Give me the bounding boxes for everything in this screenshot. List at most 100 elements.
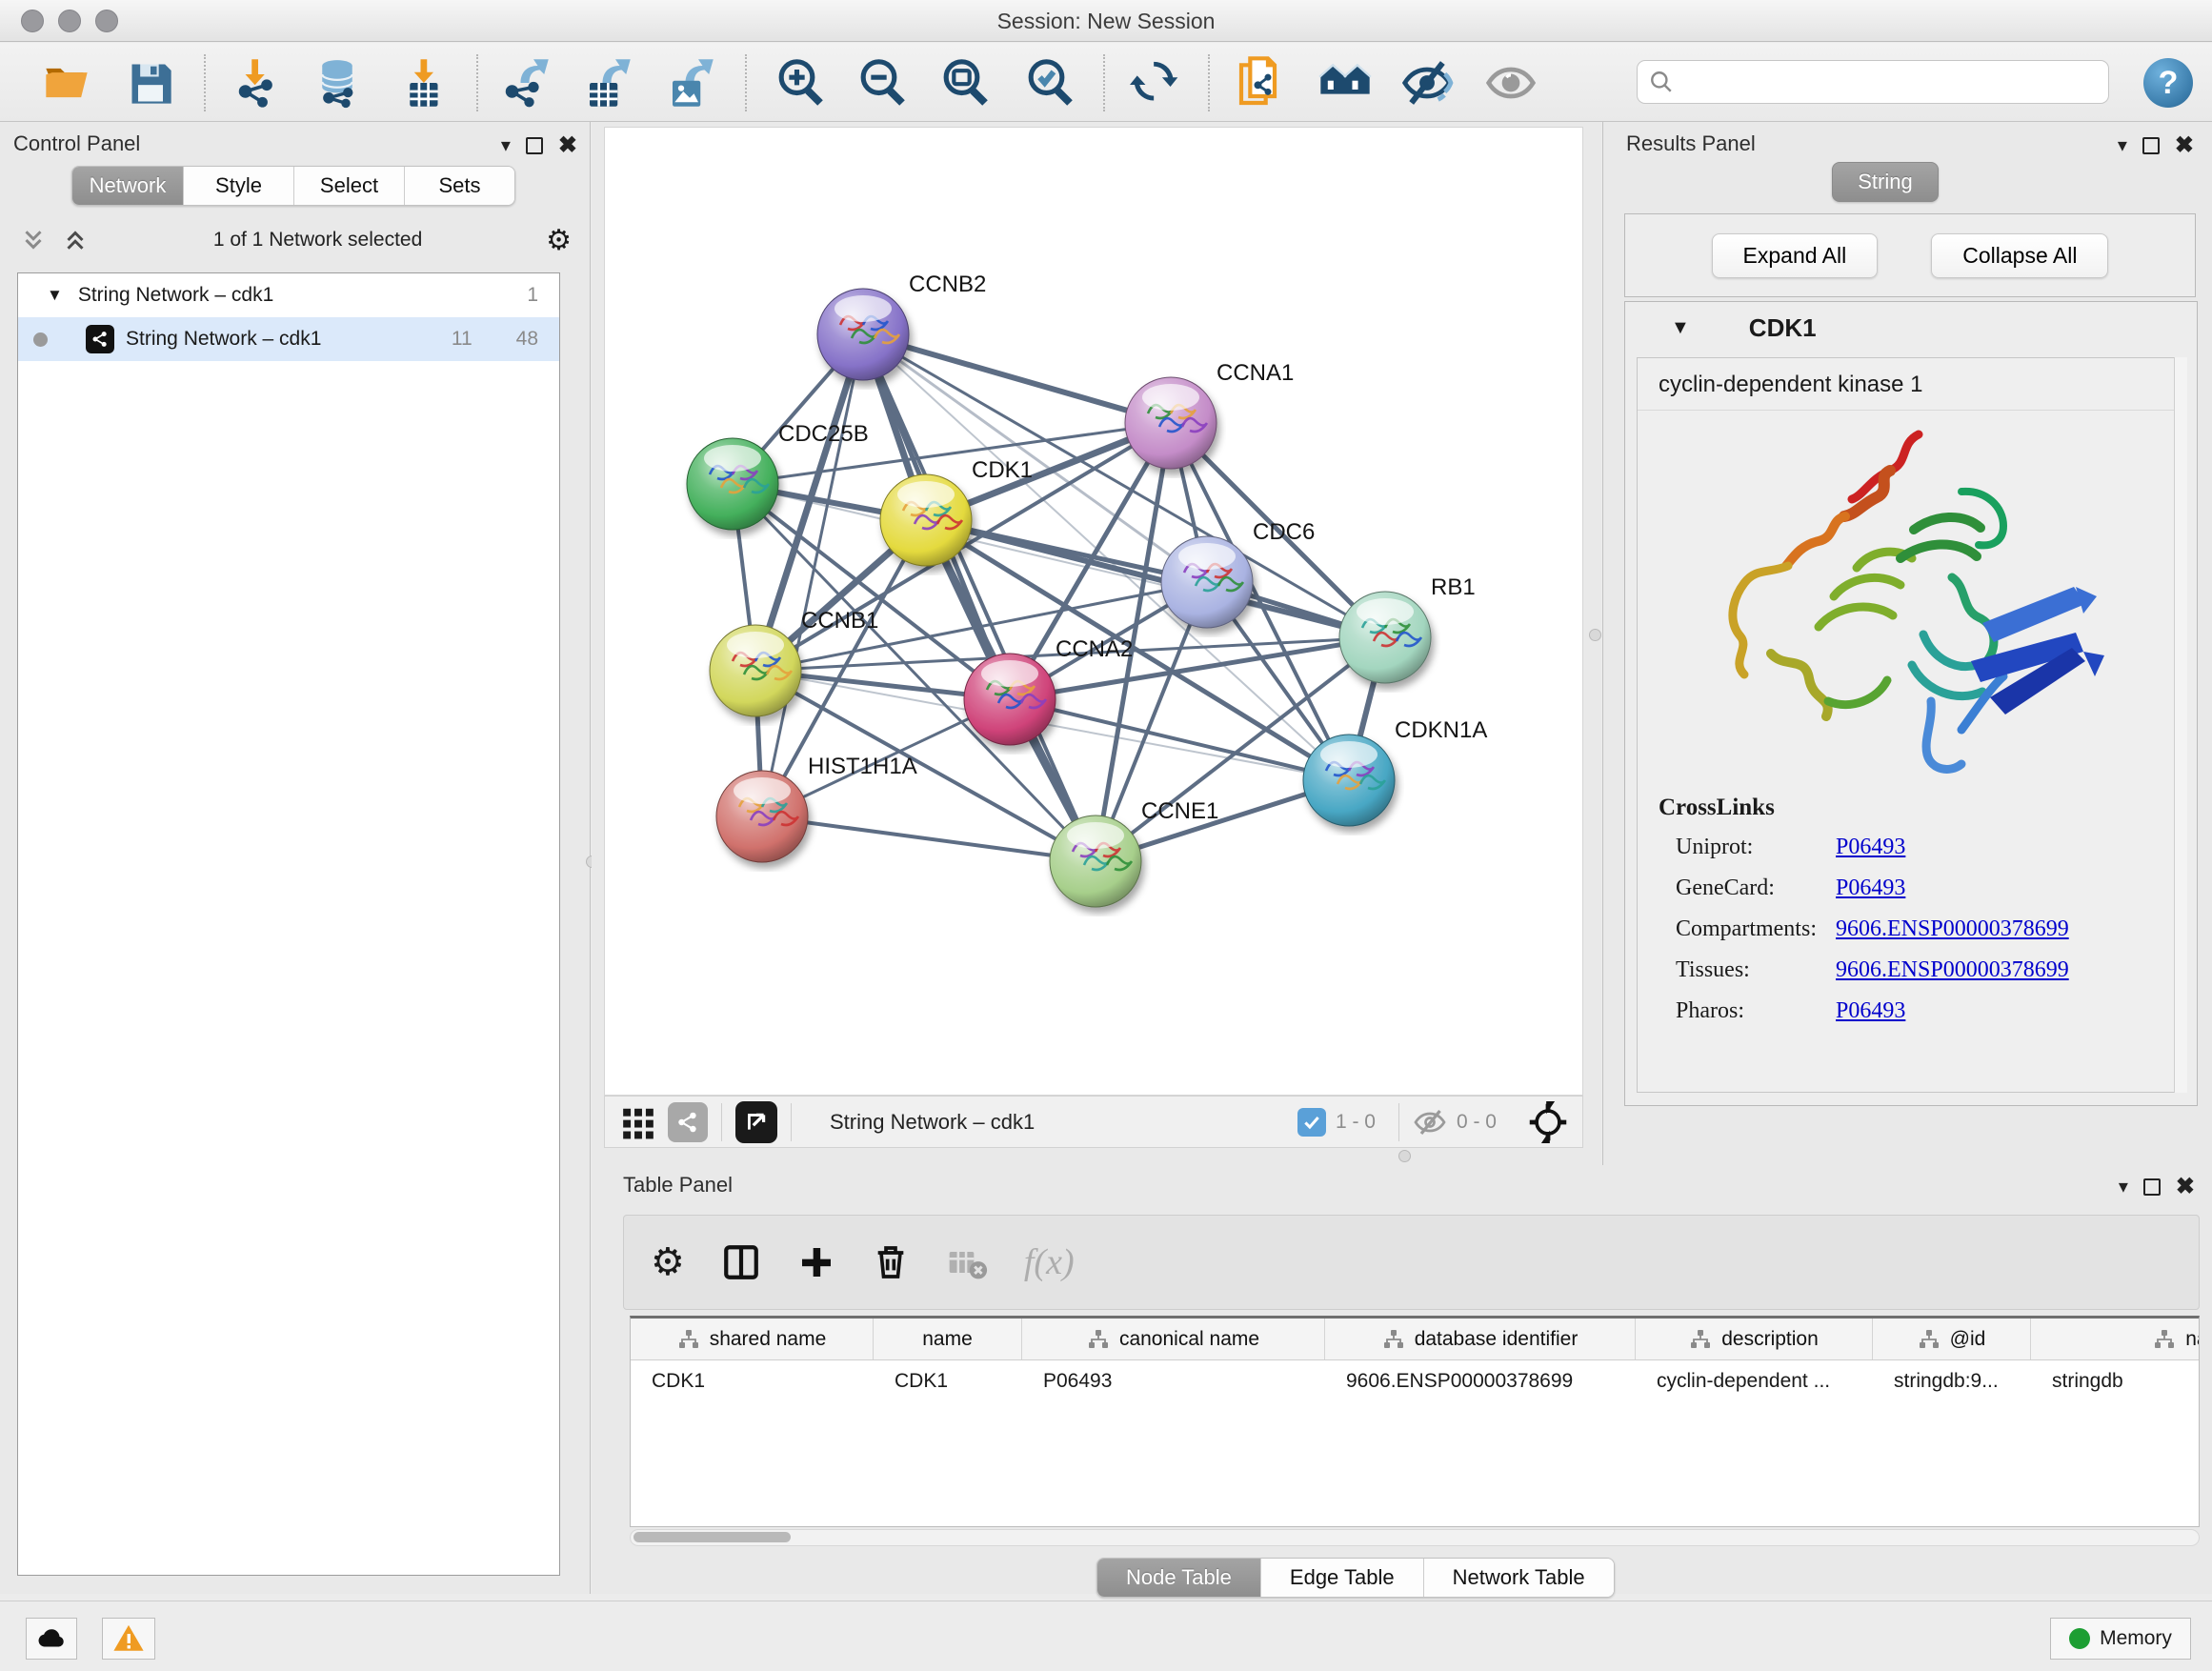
crosslink-link[interactable]: 9606.ENSP00000378699: [1836, 957, 2069, 983]
network-edge[interactable]: [863, 334, 1171, 423]
selected-checkbox-icon[interactable]: [1297, 1108, 1326, 1137]
control-panel-float-icon[interactable]: [526, 137, 543, 154]
network-node-CDKN1A[interactable]: CDKN1A: [1303, 717, 1487, 826]
network-collection-row[interactable]: ▼ String Network – cdk1 1: [18, 273, 559, 317]
zoom-selected-icon[interactable]: [1023, 56, 1076, 110]
hide-eye-slash-icon[interactable]: [1400, 56, 1454, 110]
help-button[interactable]: ?: [2143, 58, 2193, 108]
node-label-HIST1H1A: HIST1H1A: [808, 754, 917, 779]
column-header-database-identifier[interactable]: database identifier: [1325, 1319, 1636, 1359]
column-header-namespace[interactable]: namespace: [2031, 1319, 2200, 1359]
table-panel-minimize-icon[interactable]: ▾: [2119, 1175, 2128, 1198]
network-node-CDC25B[interactable]: CDC25B: [687, 421, 869, 530]
results-panel-minimize-icon[interactable]: ▾: [2118, 133, 2127, 157]
tab-network-table[interactable]: Network Table: [1423, 1559, 1614, 1597]
table-cell[interactable]: 9606.ENSP00000378699: [1325, 1360, 1636, 1402]
table-cell[interactable]: stringdb:9...: [1873, 1360, 2031, 1402]
export-image-icon[interactable]: [663, 56, 716, 110]
fit-selected-crosshair-icon[interactable]: [1527, 1101, 1569, 1143]
column-header-name[interactable]: name: [874, 1319, 1022, 1359]
app-store-houses-icon[interactable]: [1318, 56, 1372, 110]
detach-view-icon[interactable]: [735, 1101, 777, 1143]
control-panel-close-icon[interactable]: ✖: [558, 131, 577, 159]
network-edge[interactable]: [762, 816, 1096, 861]
import-network-icon[interactable]: [231, 56, 285, 110]
results-panel-float-icon[interactable]: [2142, 137, 2160, 154]
table-row[interactable]: CDK1CDK1P064939606.ENSP00000378699cyclin…: [631, 1360, 2199, 1402]
show-eye-icon[interactable]: [1484, 56, 1538, 110]
search-input[interactable]: [1681, 70, 2091, 93]
zoom-in-icon[interactable]: [774, 56, 827, 110]
node-label-CCNE1: CCNE1: [1141, 798, 1218, 824]
network-options-gear-icon[interactable]: ⚙: [546, 224, 572, 257]
delete-column-trash-icon[interactable]: [872, 1243, 910, 1281]
column-header-shared-name[interactable]: shared name: [631, 1319, 874, 1359]
refresh-icon[interactable]: [1129, 56, 1182, 110]
results-scrollbar[interactable]: [2174, 357, 2187, 1093]
crosslink-row: Compartments:9606.ENSP00000378699: [1659, 916, 2069, 942]
zoom-fit-icon[interactable]: [938, 56, 992, 110]
protein-expand-caret[interactable]: ▼: [1671, 317, 1690, 339]
column-header-description[interactable]: description: [1636, 1319, 1873, 1359]
memory-button[interactable]: Memory: [2050, 1618, 2191, 1660]
horizontal-splitter-handle[interactable]: [1398, 1150, 1411, 1162]
expand-all-chevrons-icon[interactable]: [61, 226, 90, 254]
network-edge[interactable]: [863, 334, 1096, 861]
table-options-gear-icon[interactable]: ⚙: [651, 1243, 685, 1281]
zoom-out-icon[interactable]: [855, 56, 909, 110]
grid-view-icon[interactable]: [620, 1104, 656, 1140]
column-header-@id[interactable]: @id: [1873, 1319, 2031, 1359]
scrollbar-thumb[interactable]: [633, 1532, 791, 1542]
table-cell[interactable]: cyclin-dependent ...: [1636, 1360, 1873, 1402]
network-node-CCNA1[interactable]: CCNA1: [1125, 360, 1294, 469]
cloud-status-button[interactable]: [26, 1618, 77, 1660]
network-row-selected[interactable]: String Network – cdk1 11 48: [18, 317, 559, 361]
add-column-icon[interactable]: [797, 1243, 835, 1281]
network-document-icon[interactable]: [1235, 56, 1288, 110]
open-session-icon[interactable]: [40, 56, 93, 110]
export-table-icon[interactable]: [580, 56, 633, 110]
crosslink-link[interactable]: P06493: [1836, 835, 1905, 860]
results-panel-close-icon[interactable]: ✖: [2175, 131, 2194, 159]
table-cell[interactable]: CDK1: [631, 1360, 874, 1402]
tab-sets[interactable]: Sets: [404, 167, 514, 205]
birdseye-share-icon[interactable]: [668, 1102, 708, 1142]
save-session-icon[interactable]: [124, 56, 177, 110]
network-node-HIST1H1A[interactable]: HIST1H1A: [716, 754, 917, 862]
table-panel-close-icon[interactable]: ✖: [2176, 1173, 2195, 1200]
crosslink-link[interactable]: 9606.ENSP00000378699: [1836, 916, 2069, 942]
import-database-icon[interactable]: [311, 56, 364, 110]
tab-edge-table[interactable]: Edge Table: [1260, 1559, 1423, 1597]
tab-select[interactable]: Select: [293, 167, 404, 205]
control-panel-minimize-icon[interactable]: ▾: [501, 133, 511, 157]
table-cell[interactable]: stringdb: [2031, 1360, 2200, 1402]
column-header-canonical-name[interactable]: canonical name: [1022, 1319, 1325, 1359]
show-columns-icon[interactable]: [721, 1242, 761, 1282]
column-label: name: [922, 1328, 973, 1351]
search-icon: [1649, 70, 1674, 94]
table-panel-float-icon[interactable]: [2143, 1178, 2161, 1196]
expand-all-button[interactable]: Expand All: [1712, 233, 1879, 278]
crosslink-link[interactable]: P06493: [1836, 876, 1905, 901]
network-edge[interactable]: [926, 520, 1385, 637]
collection-expand-caret[interactable]: ▼: [47, 286, 63, 305]
warnings-button[interactable]: [102, 1618, 155, 1660]
tab-network[interactable]: Network: [72, 167, 183, 205]
table-horizontal-scrollbar[interactable]: [630, 1529, 2200, 1546]
tab-style[interactable]: Style: [183, 167, 293, 205]
network-node-RB1[interactable]: RB1: [1339, 574, 1476, 683]
search-box[interactable]: [1637, 60, 2109, 104]
hidden-eye-slash-icon[interactable]: [1413, 1105, 1447, 1139]
crosslink-link[interactable]: P06493: [1836, 998, 1905, 1024]
table-cell[interactable]: P06493: [1022, 1360, 1325, 1402]
export-network-icon[interactable]: [498, 56, 552, 110]
collapse-all-button[interactable]: Collapse All: [1931, 233, 2108, 278]
table-cell[interactable]: CDK1: [874, 1360, 1022, 1402]
network-canvas[interactable]: CCNB2CCNA1CDC25BCDK1CDC6RB1CCNB1CCNA2CDK…: [604, 127, 1583, 1096]
network-node-CCNB1[interactable]: CCNB1: [710, 608, 878, 716]
tab-string[interactable]: String: [1832, 162, 1939, 202]
import-table-icon[interactable]: [398, 56, 452, 110]
right-splitter-handle[interactable]: [1589, 629, 1601, 641]
tab-node-table[interactable]: Node Table: [1097, 1559, 1260, 1597]
collapse-all-chevrons-icon[interactable]: [19, 226, 48, 254]
